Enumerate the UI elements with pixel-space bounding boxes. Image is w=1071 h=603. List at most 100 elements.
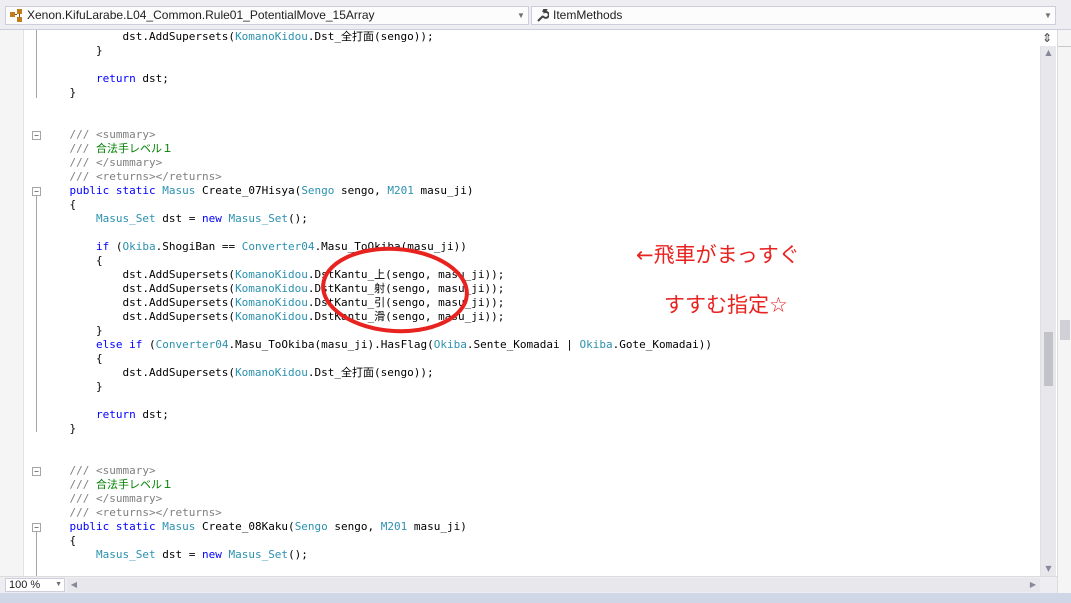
code-token: .DstKantu_滑(sengo, masu_ji)); — [307, 310, 505, 323]
code-token: Okiba — [122, 240, 156, 253]
code-text: } — [43, 324, 103, 338]
code-text: } — [43, 86, 76, 100]
code-text: /// <summary> — [43, 128, 155, 142]
code-token: Okiba — [433, 338, 467, 351]
code-line[interactable]: − /// <summary> — [0, 464, 1040, 478]
code-line[interactable] — [0, 450, 1040, 464]
code-text: dst.AddSupersets(KomanoKidou.DstKantu_上(… — [43, 268, 504, 282]
code-line[interactable]: else if (Converter04.Masu_ToOkiba(masu_j… — [0, 338, 1040, 352]
split-window-icon[interactable]: ⇕ — [1040, 31, 1054, 45]
project-types-dropdown[interactable]: Xenon.KifuLarabe.L04_Common.Rule01_Poten… — [5, 6, 529, 25]
scroll-down-icon[interactable]: ▼ — [1041, 562, 1056, 576]
panel-thumb[interactable] — [1060, 320, 1070, 340]
code-token: dst = — [155, 548, 202, 561]
code-text: { — [43, 534, 76, 548]
code-token: Create_07Hisya( — [195, 184, 302, 197]
code-token: 合法手レベル１ — [95, 478, 173, 491]
project-types-label: Xenon.KifuLarabe.L04_Common.Rule01_Poten… — [27, 8, 375, 22]
code-editor[interactable]: dst.AddSupersets(KomanoKidou.Dst_全打面(sen… — [0, 30, 1040, 576]
code-line[interactable]: } — [0, 422, 1040, 436]
code-line[interactable]: Masus_Set dst = new Masus_Set(); — [0, 548, 1040, 562]
code-line[interactable]: return dst; — [0, 72, 1040, 86]
code-line[interactable]: dst.AddSupersets(KomanoKidou.DstKantu_滑(… — [0, 310, 1040, 324]
code-token: /// — [43, 478, 96, 491]
code-lines[interactable]: dst.AddSupersets(KomanoKidou.Dst_全打面(sen… — [0, 30, 1040, 576]
code-token: KomanoKidou — [235, 282, 308, 295]
code-line[interactable] — [0, 394, 1040, 408]
code-line[interactable]: dst.AddSupersets(KomanoKidou.DstKantu_射(… — [0, 282, 1040, 296]
members-dropdown[interactable]: ItemMethods ▼ — [531, 6, 1056, 25]
code-line[interactable]: } — [0, 44, 1040, 58]
code-token: Masus — [162, 184, 196, 197]
code-token: (); — [288, 548, 308, 561]
vertical-scrollbar[interactable]: ▲ ▼ — [1040, 46, 1056, 576]
code-line[interactable]: /// </summary> — [0, 492, 1040, 506]
code-line[interactable]: dst.AddSupersets(KomanoKidou.Dst_全打面(sen… — [0, 366, 1040, 380]
code-line[interactable]: } — [0, 324, 1040, 338]
code-line[interactable]: { — [0, 534, 1040, 548]
class-icon — [10, 9, 22, 22]
code-token: new — [201, 548, 222, 561]
collapse-toggle-icon[interactable]: − — [32, 187, 41, 196]
code-line[interactable]: /// <returns></returns> — [0, 506, 1040, 520]
code-token: /// </summary> — [43, 492, 163, 505]
code-line[interactable] — [0, 58, 1040, 72]
horizontal-scrollbar[interactable]: ◀ ▶ — [67, 578, 1040, 592]
annotation-text-line2: すすむ指定☆ — [664, 293, 788, 317]
code-line[interactable]: { — [0, 254, 1040, 268]
code-token: Masus — [162, 520, 196, 533]
code-token: Converter04 — [241, 240, 315, 253]
code-line[interactable]: } — [0, 380, 1040, 394]
scroll-up-icon[interactable]: ▲ — [1041, 46, 1056, 60]
code-token: .DstKantu_上(sengo, masu_ji)); — [307, 268, 505, 281]
code-line[interactable]: { — [0, 198, 1040, 212]
code-text: /// <returns></returns> — [43, 506, 221, 520]
code-text: dst.AddSupersets(KomanoKidou.DstKantu_滑(… — [43, 310, 504, 324]
collapse-toggle-icon[interactable]: − — [32, 523, 41, 532]
code-line[interactable]: Masus_Set dst = new Masus_Set(); — [0, 212, 1040, 226]
code-token: KomanoKidou — [235, 310, 308, 323]
code-line[interactable] — [0, 436, 1040, 450]
scroll-right-icon[interactable]: ▶ — [1026, 578, 1040, 592]
scroll-left-icon[interactable]: ◀ — [67, 578, 81, 592]
code-line[interactable] — [0, 100, 1040, 114]
editor-bottom-bar: 100 % ▼ ◀ ▶ — [0, 576, 1057, 593]
code-line[interactable] — [0, 226, 1040, 240]
collapse-toggle-icon[interactable]: − — [32, 467, 41, 476]
status-strip — [0, 593, 1071, 603]
code-token: dst; — [135, 72, 169, 85]
code-line[interactable]: dst.AddSupersets(KomanoKidou.DstKantu_引(… — [0, 296, 1040, 310]
code-line[interactable]: /// 合法手レベル１ — [0, 142, 1040, 156]
code-token: if — [95, 240, 110, 253]
code-token: dst.AddSupersets( — [43, 30, 236, 43]
code-line[interactable] — [0, 562, 1040, 576]
code-token: return — [95, 408, 136, 421]
code-line[interactable]: if (Okiba.ShogiBan == Converter04.Masu_T… — [0, 240, 1040, 254]
code-token: Masus_Set — [95, 548, 156, 561]
code-line[interactable] — [0, 114, 1040, 128]
collapse-toggle-icon[interactable]: − — [32, 131, 41, 140]
code-token: dst.AddSupersets( — [43, 310, 236, 323]
code-line[interactable]: − public static Masus Create_08Kaku(Seng… — [0, 520, 1040, 534]
code-line[interactable]: − /// <summary> — [0, 128, 1040, 142]
code-line[interactable]: − public static Masus Create_07Hisya(Sen… — [0, 184, 1040, 198]
code-line[interactable]: /// 合法手レベル１ — [0, 478, 1040, 492]
code-line[interactable]: dst.AddSupersets(KomanoKidou.Dst_全打面(sen… — [0, 30, 1040, 44]
code-line[interactable]: /// </summary> — [0, 156, 1040, 170]
code-token: KomanoKidou — [235, 366, 308, 379]
code-line[interactable]: return dst; — [0, 408, 1040, 422]
code-token: KomanoKidou — [235, 268, 308, 281]
code-line[interactable]: } — [0, 86, 1040, 100]
code-text: } — [43, 44, 103, 58]
scrollbar-thumb[interactable] — [1044, 332, 1053, 386]
code-line[interactable]: dst.AddSupersets(KomanoKidou.DstKantu_上(… — [0, 268, 1040, 282]
code-token: Converter04 — [155, 338, 229, 351]
zoom-dropdown[interactable]: 100 % ▼ — [5, 578, 65, 592]
code-text: public static Masus Create_07Hisya(Sengo… — [43, 184, 473, 198]
code-token: /// <summary> — [43, 464, 156, 477]
code-line[interactable]: /// <returns></returns> — [0, 170, 1040, 184]
code-line[interactable]: { — [0, 352, 1040, 366]
code-token: (); — [288, 212, 308, 225]
